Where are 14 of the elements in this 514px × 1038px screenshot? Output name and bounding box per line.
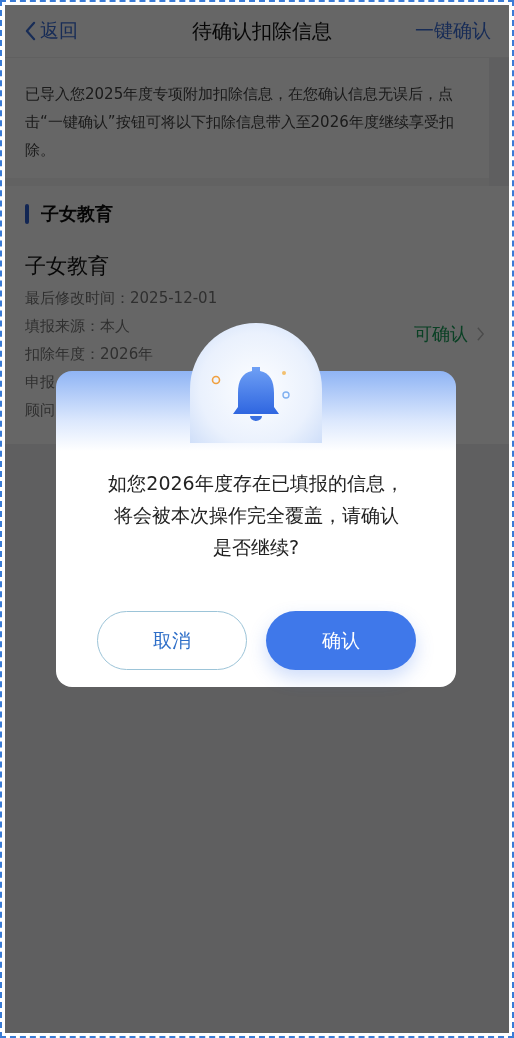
confirm-all-link[interactable]: 一键确认	[415, 18, 491, 44]
back-button[interactable]: 返回	[25, 18, 78, 44]
chevron-right-icon[interactable]	[476, 326, 485, 342]
status-link[interactable]: 可确认	[414, 322, 489, 346]
back-chevron-icon[interactable]	[25, 21, 36, 41]
page-title: 待确认扣除信息	[191, 17, 332, 45]
confirm-button[interactable]: 确认	[265, 611, 416, 670]
item-title: 子女教育	[25, 253, 110, 280]
dialog-message: 将会被本次操作完全覆盖，请确认	[113, 503, 399, 528]
section-title: 子女教育	[41, 202, 113, 226]
section-marker	[25, 204, 29, 224]
cancel-button[interactable]: 取消	[96, 611, 247, 670]
dialog-message: 是否继续?	[212, 535, 300, 560]
dialog-message: 如您2026年度存在已填报的信息，	[108, 471, 404, 496]
